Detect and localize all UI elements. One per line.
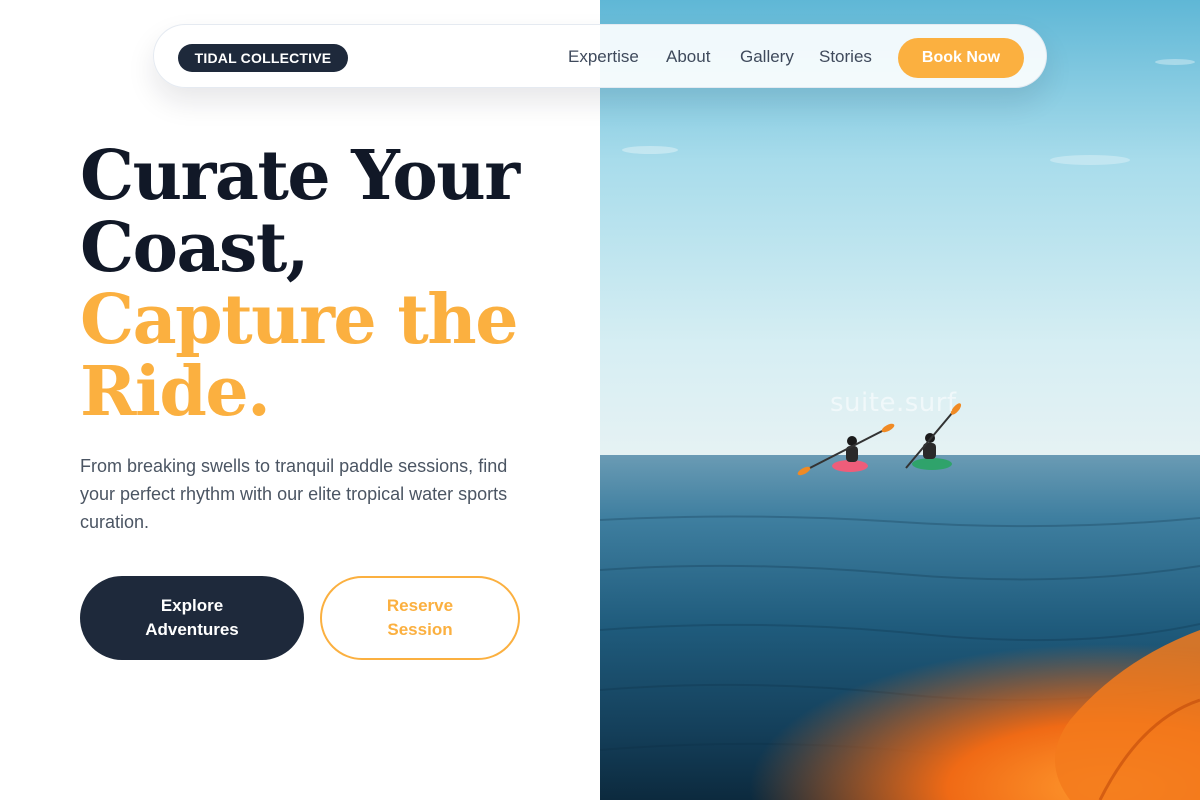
hero-title-line-2: Coast,	[80, 208, 309, 288]
reserve-session-button[interactable]: Reserve Session	[320, 576, 520, 660]
explore-adventures-button[interactable]: Explore Adventures	[80, 576, 304, 660]
nav-link-stories[interactable]: Stories	[819, 47, 872, 67]
book-now-button[interactable]: Book Now	[898, 38, 1024, 78]
reserve-session-label: Reserve Session	[386, 596, 454, 639]
nav-link-expertise[interactable]: Expertise	[568, 47, 639, 67]
top-navigation: TIDAL COLLECTIVE Expertise About Gallery…	[153, 24, 1047, 88]
nav-link-gallery[interactable]: Gallery	[740, 47, 794, 67]
hero-title-line-1: Curate Your	[80, 136, 520, 216]
explore-adventures-label: Explore Adventures	[145, 596, 239, 639]
nav-link-about[interactable]: About	[666, 47, 710, 67]
hero-title: Curate Your Coast, Capture the Ride.	[80, 140, 600, 428]
hero-accent-line-2: Ride.	[80, 352, 271, 432]
hero-photo: suite.surf	[600, 0, 1200, 800]
hero-section: Curate Your Coast, Capture the Ride. Fro…	[80, 140, 600, 660]
image-watermark: suite.surf	[830, 388, 957, 418]
hero-subtitle: From breaking swells to tranquil paddle …	[80, 456, 508, 532]
hero-accent-line-1: Capture the	[80, 280, 518, 360]
